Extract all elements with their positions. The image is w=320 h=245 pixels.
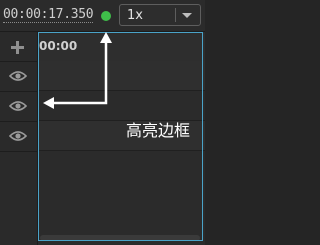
speed-select[interactable]: 1x: [119, 4, 201, 26]
status-indicator: [101, 11, 111, 21]
annotation-label: 高亮边框: [126, 121, 191, 140]
gutter-row: [0, 61, 37, 91]
track-gutter: [0, 32, 38, 245]
eye-icon[interactable]: [9, 130, 27, 142]
speed-select-divider: [175, 8, 176, 22]
horizontal-scrollbar[interactable]: [40, 235, 200, 241]
time-ruler[interactable]: 00:00: [38, 32, 205, 62]
gutter-row: [0, 121, 37, 151]
track-row[interactable]: [38, 91, 205, 121]
timeline-panel: 00:00:17.350 1x 00:00 高亮边框: [0, 0, 205, 245]
track-row[interactable]: [38, 61, 205, 91]
plus-icon[interactable]: [11, 41, 24, 54]
gutter-row: [0, 91, 37, 121]
toolbar: 00:00:17.350 1x: [0, 0, 205, 32]
eye-icon[interactable]: [9, 100, 27, 112]
eye-icon[interactable]: [9, 70, 27, 82]
chevron-down-icon[interactable]: [182, 13, 192, 18]
timecode-display[interactable]: 00:00:17.350: [3, 7, 94, 23]
ruler-label: 00:00: [39, 39, 78, 53]
speed-value: 1x: [127, 8, 143, 23]
gutter-row: [0, 151, 37, 245]
